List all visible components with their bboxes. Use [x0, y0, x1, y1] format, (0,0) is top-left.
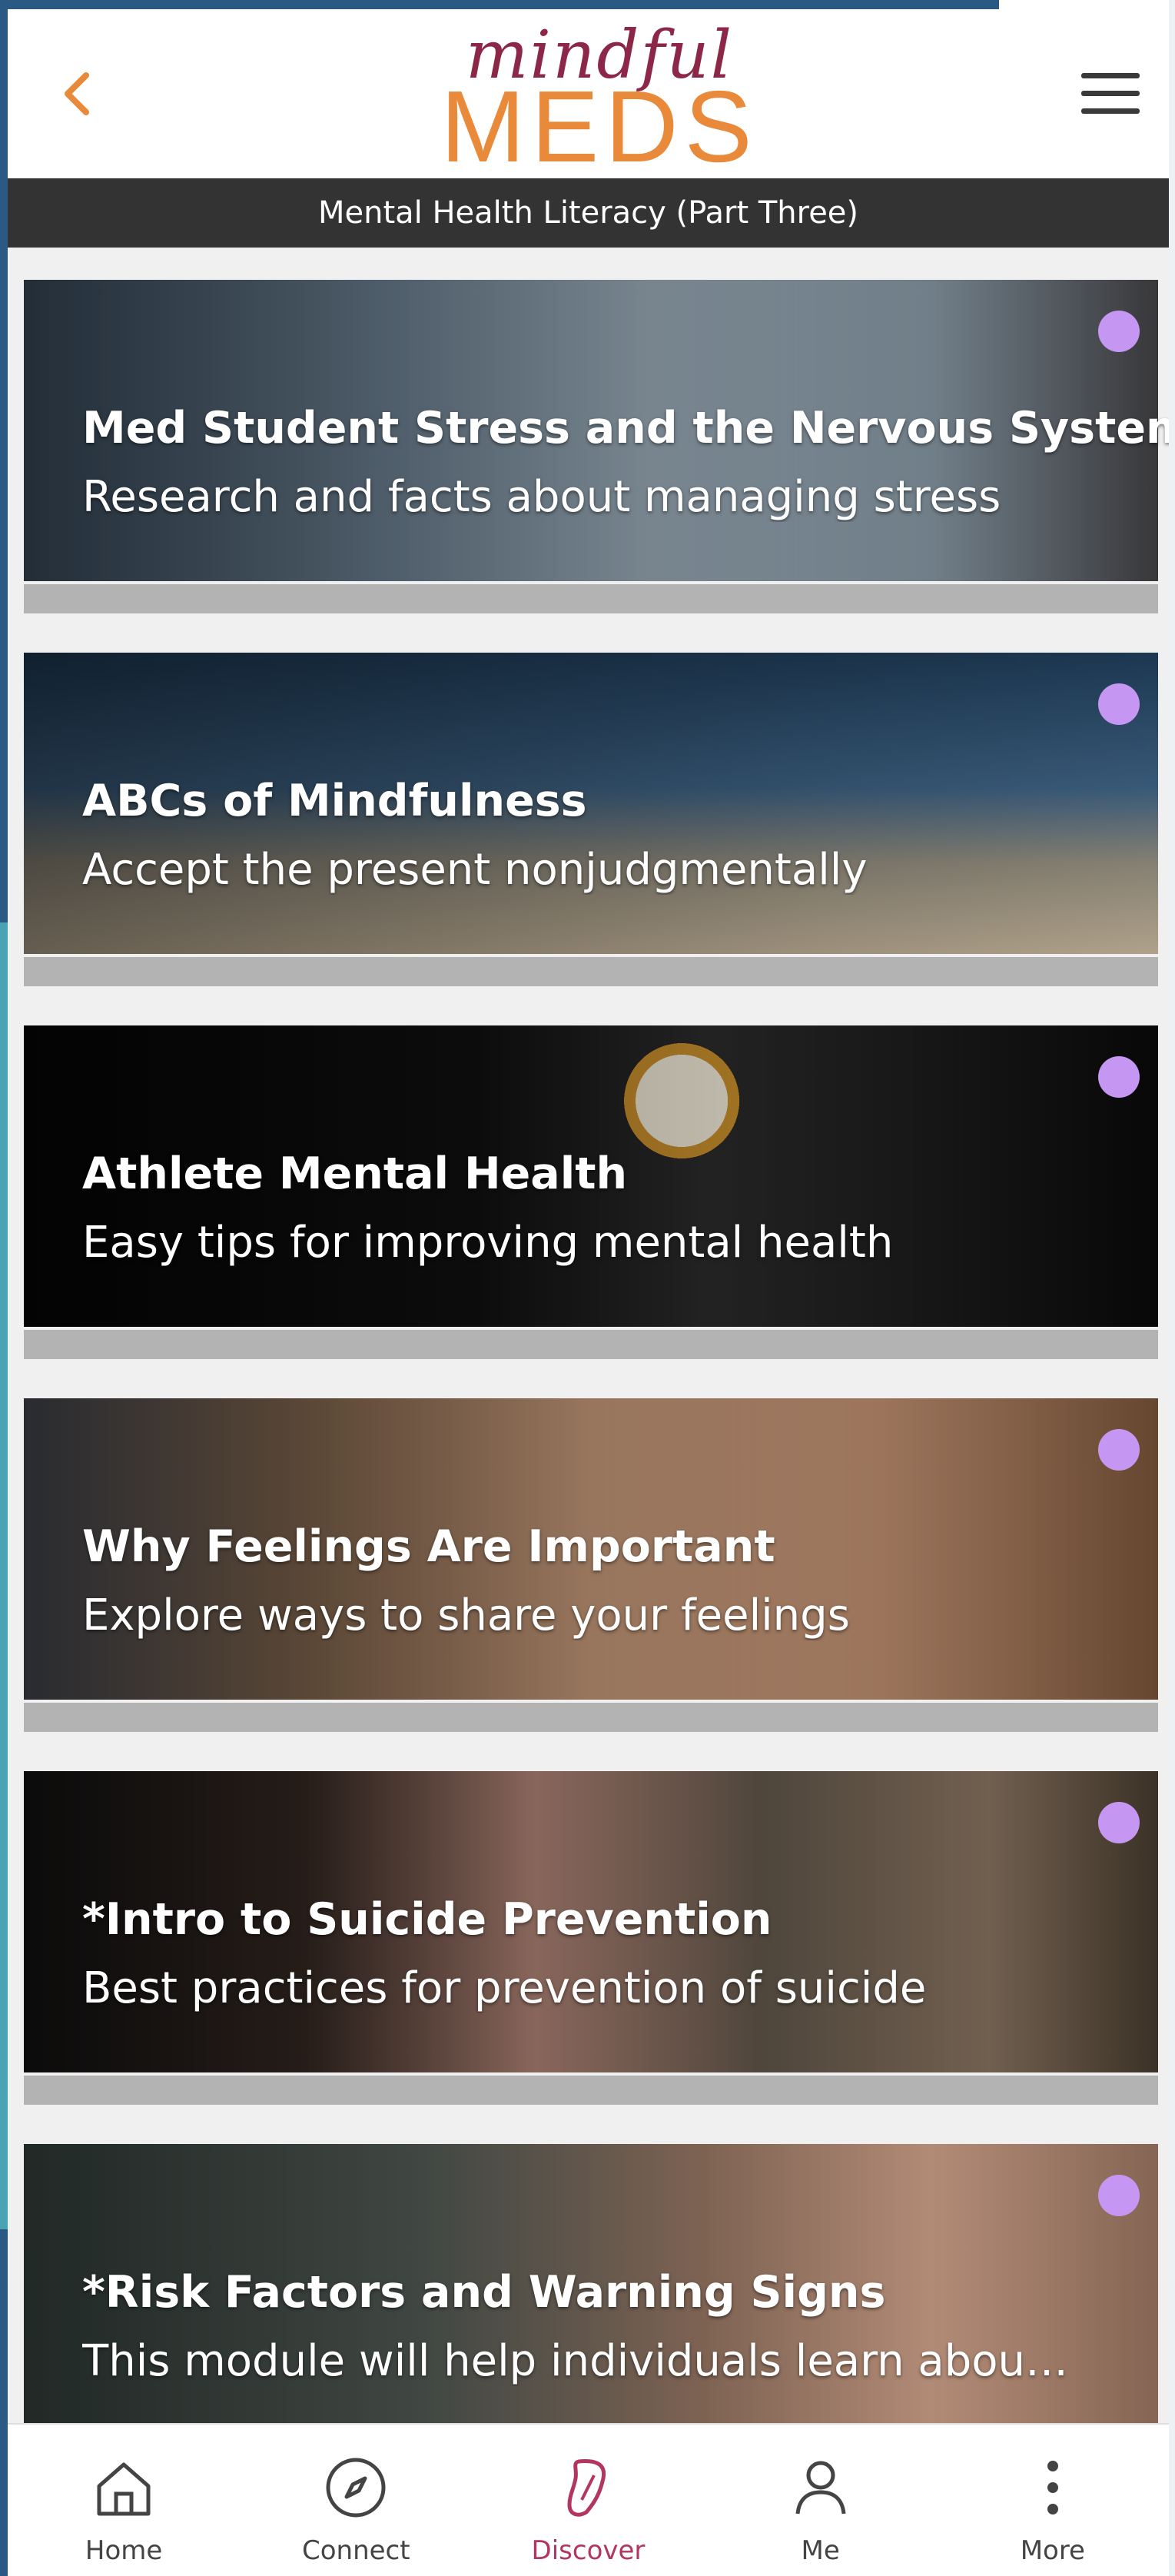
module-subtitle: Accept the present nonjudgmentally	[82, 845, 868, 895]
user-icon	[795, 2461, 846, 2515]
module-title: Why Feelings Are Important	[82, 1521, 775, 1572]
module-progress-track	[24, 1703, 1158, 1732]
unread-dot-icon	[1098, 683, 1140, 725]
module-title: Athlete Mental Health	[82, 1148, 628, 1199]
app-header: mindful MEDS	[8, 9, 1169, 178]
module-progress-track	[24, 1330, 1158, 1359]
unread-dot-icon	[1098, 1429, 1140, 1471]
frame-right	[1169, 0, 1175, 2576]
unread-dot-icon	[1098, 2175, 1140, 2216]
module-subtitle: This module will help individuals learn …	[82, 2336, 1069, 2386]
bottom-nav-bar: Home Connect Discover Me More	[8, 2423, 1169, 2576]
module-progress-track	[24, 2076, 1158, 2105]
app-screen: mindful MEDS Mental Health Literacy (Par…	[8, 9, 1169, 2576]
frame-top	[0, 0, 999, 9]
module-title: *Risk Factors and Warning Signs	[82, 2267, 886, 2318]
logo-meds-text: MEDS	[440, 70, 758, 183]
module-title: ABCs of Mindfulness	[82, 776, 587, 826]
nav-discover[interactable]: Discover	[511, 2425, 665, 2571]
module-card[interactable]: Athlete Mental Health Easy tips for impr…	[24, 1025, 1158, 1361]
module-card[interactable]: ABCs of Mindfulness Accept the present n…	[24, 653, 1158, 989]
module-subtitle: Explore ways to share your feelings	[82, 1590, 850, 1640]
module-list: Med Student Stress and the Nervous Syste…	[24, 280, 1169, 2517]
nav-label: Home	[85, 2535, 163, 2566]
nav-label: Discover	[531, 2535, 646, 2566]
section-title: Mental Health Literacy (Part Three)	[317, 195, 859, 231]
nav-me[interactable]: Me	[744, 2425, 898, 2571]
module-card[interactable]: Med Student Stress and the Nervous Syste…	[24, 280, 1169, 616]
back-button[interactable]	[46, 63, 108, 125]
unread-dot-icon	[1098, 1056, 1140, 1098]
more-vertical-icon	[1047, 2461, 1058, 2515]
module-subtitle: Easy tips for improving mental health	[82, 1218, 894, 1268]
hamburger-menu-button[interactable]	[1076, 67, 1145, 121]
unread-dot-icon	[1098, 1802, 1140, 1843]
module-card[interactable]: Why Feelings Are Important Explore ways …	[24, 1398, 1158, 1734]
compass-icon	[326, 2458, 386, 2518]
nav-home[interactable]: Home	[47, 2425, 201, 2571]
nav-label: Connect	[301, 2535, 410, 2566]
module-title: *Intro to Suicide Prevention	[82, 1894, 772, 1945]
frame-left	[0, 0, 8, 2576]
nav-connect[interactable]: Connect	[279, 2425, 433, 2571]
chevron-left-icon	[65, 72, 89, 115]
hamburger-menu-icon	[1076, 73, 1145, 114]
module-progress-track	[24, 957, 1158, 986]
discover-icon	[567, 2459, 606, 2517]
unread-dot-icon	[1098, 311, 1140, 352]
section-title-bar: Mental Health Literacy (Part Three)	[8, 178, 1169, 248]
module-title: Med Student Stress and the Nervous Syste…	[82, 403, 1169, 454]
module-card[interactable]: *Intro to Suicide Prevention Best practi…	[24, 1771, 1158, 2107]
module-progress-track	[24, 584, 1158, 613]
nav-label: Me	[801, 2535, 840, 2566]
nav-more[interactable]: More	[976, 2425, 1130, 2571]
app-logo: mindful MEDS	[438, 9, 761, 183]
module-subtitle: Best practices for prevention of suicide	[82, 1963, 927, 2013]
home-icon	[97, 2462, 151, 2516]
module-subtitle: Research and facts about managing stress	[82, 472, 1001, 522]
nav-label: More	[1020, 2535, 1085, 2566]
